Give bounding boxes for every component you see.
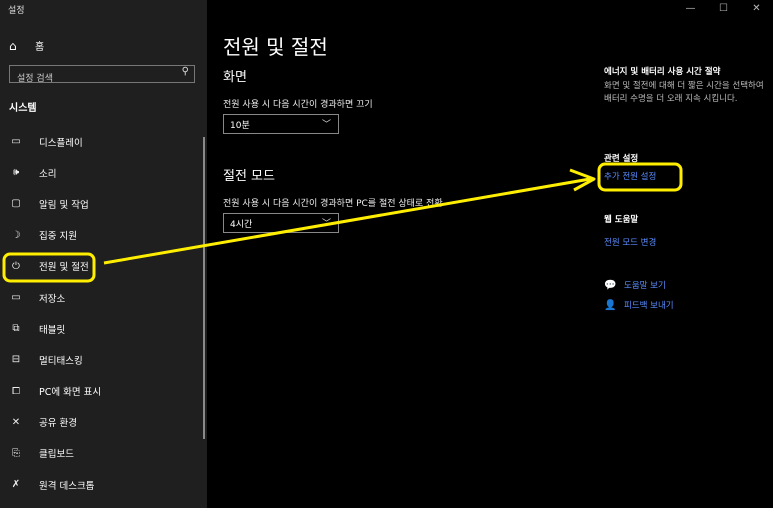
search-input[interactable]: [10, 71, 177, 87]
tip-text: 화면 및 절전에 대해 더 짧은 시간을 선택하여 배터리 수명을 더 오래 지…: [604, 81, 764, 104]
display-icon: ▭: [11, 136, 21, 148]
screen-heading: 화면: [223, 70, 247, 85]
search-icon[interactable]: ⚲: [182, 66, 189, 77]
speaker-icon: 🕪: [12, 167, 20, 179]
share-icon: ✕: [11, 416, 21, 428]
sidebar-item-clipboard[interactable]: ⎘ 클립보드: [0, 438, 200, 469]
clipboard-icon: ⎘: [12, 447, 20, 459]
sidebar-item-label: 저장소: [39, 293, 66, 305]
sleep-heading: 절전 모드: [223, 169, 275, 184]
chevron-down-icon: ﹀: [321, 219, 331, 229]
sidebar-item-power-sleep[interactable]: ⏻ 전원 및 절전: [0, 251, 200, 282]
sidebar-item-remote-desktop[interactable]: ✗ 원격 데스크톱: [0, 469, 200, 500]
sidebar-item-notifications[interactable]: ▢ 알림 및 작업: [0, 188, 200, 219]
sidebar-item-label: 소리: [39, 168, 57, 180]
page-title: 전원 및 절전: [223, 35, 328, 59]
project-icon: ⧠: [12, 385, 20, 397]
screen-timeout-label: 전원 사용 시 다음 시간이 경과하면 끄기: [223, 100, 373, 110]
notification-icon: ▢: [11, 198, 21, 210]
feedback-icon: 👤: [604, 299, 617, 311]
home-label: 홈: [35, 42, 45, 53]
sidebar-scrollbar[interactable]: [203, 137, 205, 439]
sleep-timeout-dropdown[interactable]: 4시간 ﹀: [223, 213, 339, 233]
sidebar-item-label: 알림 및 작업: [39, 199, 89, 211]
power-icon: ⏻: [12, 260, 20, 272]
maximize-button[interactable]: ☐: [707, 0, 740, 16]
sidebar-item-focus-assist[interactable]: ☽ 집중 지원: [0, 220, 200, 251]
sidebar-item-sound[interactable]: 🕪 소리: [0, 157, 200, 188]
close-button[interactable]: ✕: [740, 0, 773, 16]
power-mode-change-link[interactable]: 전원 모드 변경: [604, 236, 656, 248]
sidebar-item-multitasking[interactable]: ⊟ 멀티태스킹: [0, 344, 200, 375]
additional-power-settings-link[interactable]: 추가 전원 설정: [604, 170, 656, 182]
sidebar-item-label: 디스플레이: [39, 137, 83, 149]
screen-timeout-dropdown[interactable]: 10분 ﹀: [223, 114, 339, 134]
sidebar-item-label: 공유 환경: [39, 418, 77, 430]
sidebar-item-shared-experiences[interactable]: ✕ 공유 환경: [0, 407, 200, 438]
tablet-icon: ⧉: [12, 323, 20, 335]
feedback-link[interactable]: 👤 피드백 보내기: [604, 299, 674, 312]
multitasking-icon: ⊟: [11, 354, 21, 366]
main-content: — ☐ ✕ 전원 및 절전 화면 전원 사용 시 다음 시간이 경과하면 끄기 …: [207, 0, 773, 508]
sidebar-nav: ▭ 디스플레이 🕪 소리 ▢ 알림 및 작업 ☽ 집중 지원 ⏻ 전원 및 절전…: [0, 126, 200, 500]
get-help-label: 도움말 보기: [624, 281, 666, 291]
search-box[interactable]: ⚲: [9, 65, 195, 87]
moon-icon: ☽: [11, 229, 21, 241]
chat-help-icon: 💬: [604, 279, 617, 291]
screen-timeout-value: 10분: [230, 120, 250, 131]
related-settings-heading: 관련 설정: [604, 154, 639, 164]
sidebar: 설정 ⌂ 홈 ⚲ 시스템 ▭ 디스플레이 🕪 소리 ▢ 알림 및 작업 ☽ 집중…: [0, 0, 207, 508]
storage-icon: ▭: [11, 292, 21, 304]
chevron-down-icon: ﹀: [321, 120, 331, 130]
sidebar-item-display[interactable]: ▭ 디스플레이: [0, 126, 200, 157]
sidebar-item-label: 집중 지원: [39, 231, 77, 243]
sleep-timeout-value: 4시간: [230, 219, 253, 230]
feedback-label: 피드백 보내기: [624, 301, 674, 311]
sidebar-item-label: 멀티태스킹: [39, 355, 83, 367]
sidebar-item-label: 클립보드: [39, 449, 74, 461]
sidebar-item-label: 태블릿: [39, 324, 66, 336]
web-help-heading: 웹 도움말: [604, 215, 639, 225]
window-controls: — ☐ ✕: [674, 0, 773, 16]
get-help-link[interactable]: 💬 도움말 보기: [604, 279, 666, 292]
sidebar-item-label: 원격 데스크톱: [39, 480, 95, 492]
minimize-button[interactable]: —: [674, 0, 707, 16]
sidebar-item-project[interactable]: ⧠ PC에 화면 표시: [0, 376, 200, 407]
home-icon: ⌂: [9, 38, 17, 53]
home-nav-item[interactable]: ⌂ 홈: [9, 38, 45, 54]
sidebar-item-label: 전원 및 절전: [39, 262, 89, 274]
sleep-timeout-label: 전원 사용 시 다음 시간이 경과하면 PC를 절전 상태로 전환: [223, 199, 443, 209]
sidebar-item-label: PC에 화면 표시: [39, 387, 102, 399]
remote-icon: ✗: [11, 479, 21, 491]
tip-heading: 에너지 및 배터리 사용 시간 절약: [604, 67, 721, 77]
sidebar-item-tablet[interactable]: ⧉ 태블릿: [0, 313, 200, 344]
section-title: 시스템: [9, 103, 37, 114]
sidebar-item-storage[interactable]: ▭ 저장소: [0, 282, 200, 313]
window-title: 설정: [8, 6, 25, 16]
